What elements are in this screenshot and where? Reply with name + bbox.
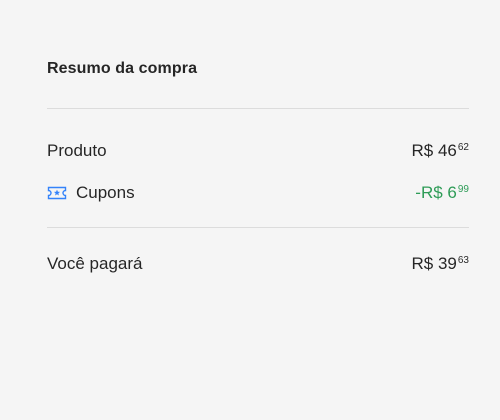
product-label: Produto [47,141,107,160]
summary-divider-total [47,227,469,228]
coupons-amount-main: -R$ 6 [415,183,457,202]
coupons-amount: -R$ 6 99 [415,183,469,203]
product-amount: R$ 46 62 [412,141,470,161]
product-row: Produto R$ 46 62 [47,139,469,163]
coupons-label-group[interactable]: Cupons [47,183,135,203]
ticket-icon [47,186,67,200]
total-amount-main: R$ 39 [411,254,457,273]
coupons-row[interactable]: Cupons -R$ 6 99 [47,181,469,205]
coupons-label: Cupons [76,183,135,202]
total-row: Você pagará R$ 39 63 [47,252,469,276]
total-amount-cents: 63 [457,255,469,266]
summary-divider-top [47,108,469,109]
total-label: Você pagará [47,254,143,273]
product-amount-cents: 62 [457,142,469,153]
product-amount-main: R$ 46 [411,141,457,160]
total-amount: R$ 39 63 [412,254,470,274]
coupons-amount-cents: 99 [457,184,469,195]
summary-title: Resumo da compra [47,60,198,77]
purchase-summary-panel: Resumo da compra Produto R$ 46 62 Cupons… [0,0,500,420]
